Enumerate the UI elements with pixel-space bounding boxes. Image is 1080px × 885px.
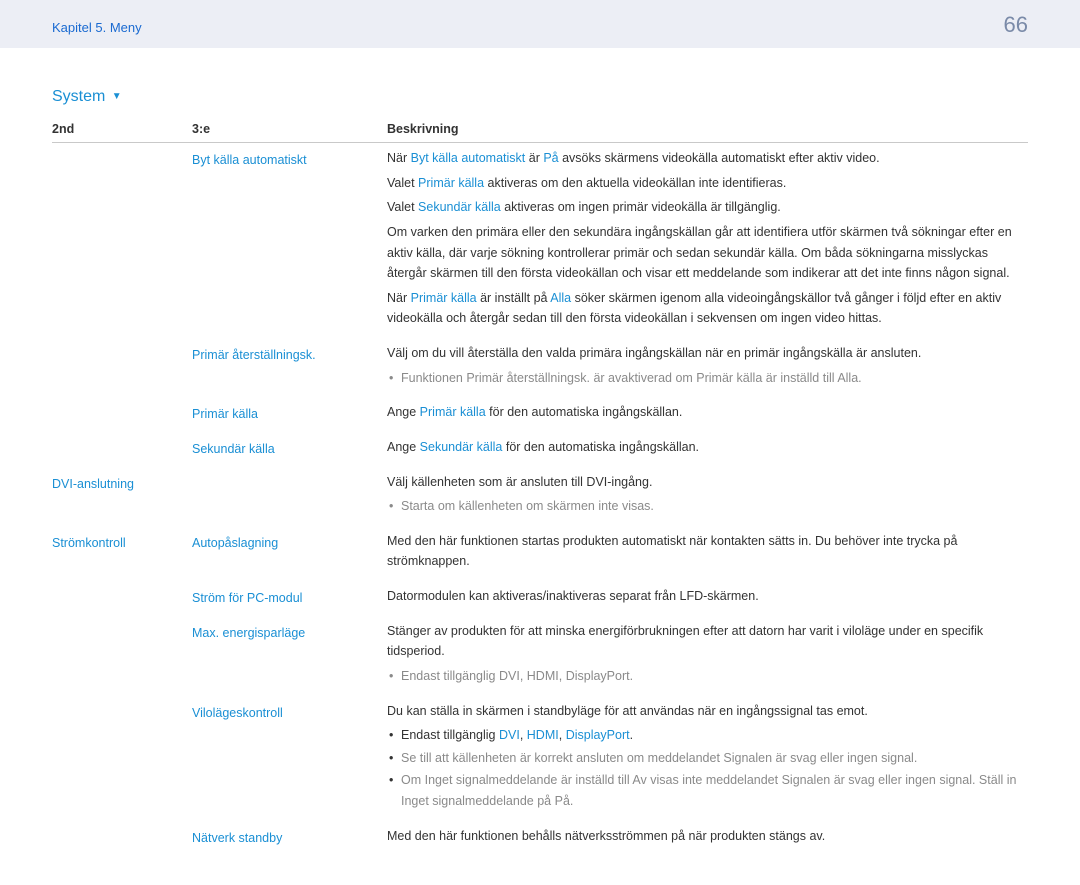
desc-text: Välj källenheten som är ansluten till DV… (387, 472, 1020, 493)
setting-primar-kalla: Primär källa (192, 397, 387, 432)
desc-text: Valet Primär källa aktiveras om den aktu… (387, 173, 1020, 194)
desc-text: Stänger av produkten för att minska ener… (387, 621, 1020, 662)
page-content: System ▼ 2nd 3:e Beskrivning Byt källa a… (0, 48, 1080, 885)
setting-strom-pc-modul: Ström för PC-modul (192, 581, 387, 616)
desc-text: Datormodulen kan aktiveras/inaktiveras s… (387, 586, 1020, 607)
chevron-down-icon: ▼ (112, 91, 122, 102)
setting-sekundar-kalla: Sekundär källa (192, 432, 387, 467)
col-header-desc: Beskrivning (387, 122, 1028, 143)
note-item: Starta om källenheten om skärmen inte vi… (387, 496, 1020, 517)
page-header: Kapitel 5. Meny 66 (0, 0, 1080, 48)
table-row: Strömkontroll Autopåslagning Med den här… (52, 526, 1028, 581)
note-item: Om Inget signalmeddelande är inställd ti… (387, 770, 1020, 811)
setting-natverk-standby: Nätverk standby (192, 821, 387, 856)
desc-text: Med den här funktionen behålls nätverkss… (387, 826, 1020, 847)
setting-primar-aterstallning: Primär återställningsk. (192, 338, 387, 397)
table-row: Vilolägeskontroll Du kan ställa in skärm… (52, 696, 1028, 821)
desc-text: Om varken den primära eller den sekundär… (387, 222, 1020, 284)
col-header-3e: 3:e (192, 122, 387, 143)
table-row: Sekundär källa Ange Sekundär källa för d… (52, 432, 1028, 467)
setting-autopaslagning: Autopåslagning (192, 526, 387, 581)
desc-text: Med den här funktionen startas produkten… (387, 531, 1020, 572)
table-row: Ström för PC-modul Datormodulen kan akti… (52, 581, 1028, 616)
page-number: 66 (1004, 12, 1028, 38)
note-item: Endast tillgänglig DVI, HDMI, DisplayPor… (387, 725, 1020, 746)
setting-stromkontroll: Strömkontroll (52, 526, 192, 581)
setting-vilolageskontroll: Vilolägeskontroll (192, 696, 387, 821)
desc-text: Valet Sekundär källa aktiveras om ingen … (387, 197, 1020, 218)
note-item: Se till att källenheten är korrekt anslu… (387, 748, 1020, 769)
section-title: System ▼ (52, 88, 1028, 106)
desc-text: Du kan ställa in skärmen i standbyläge f… (387, 701, 1020, 722)
table-row: Byt källa automatiskt När Byt källa auto… (52, 143, 1028, 339)
setting-dvi-anslutning: DVI-anslutning (52, 467, 192, 526)
desc-text: Ange Primär källa för den automatiska in… (387, 402, 1020, 423)
section-title-text: System (52, 88, 105, 105)
table-row: Primär återställningsk. Välj om du vill … (52, 338, 1028, 397)
desc-text: Ange Sekundär källa för den automatiska … (387, 437, 1020, 458)
note-item: Endast tillgänglig DVI, HDMI, DisplayPor… (387, 666, 1020, 687)
table-row: Max. energisparläge Stänger av produkten… (52, 616, 1028, 696)
desc-text: När Byt källa automatiskt är På avsöks s… (387, 148, 1020, 169)
setting-max-energisparlage: Max. energisparläge (192, 616, 387, 696)
desc-text: Välj om du vill återställa den valda pri… (387, 343, 1020, 364)
settings-table: 2nd 3:e Beskrivning Byt källa automatisk… (52, 122, 1028, 855)
note-item: Funktionen Primär återställningsk. är av… (387, 368, 1020, 389)
col-header-2nd: 2nd (52, 122, 192, 143)
chapter-label: Kapitel 5. Meny (52, 20, 142, 35)
desc-text: När Primär källa är inställt på Alla sök… (387, 288, 1020, 329)
table-row: Primär källa Ange Primär källa för den a… (52, 397, 1028, 432)
setting-byt-kalla: Byt källa automatiskt (192, 143, 387, 339)
table-row: DVI-anslutning Välj källenheten som är a… (52, 467, 1028, 526)
table-row: Nätverk standby Med den här funktionen b… (52, 821, 1028, 856)
